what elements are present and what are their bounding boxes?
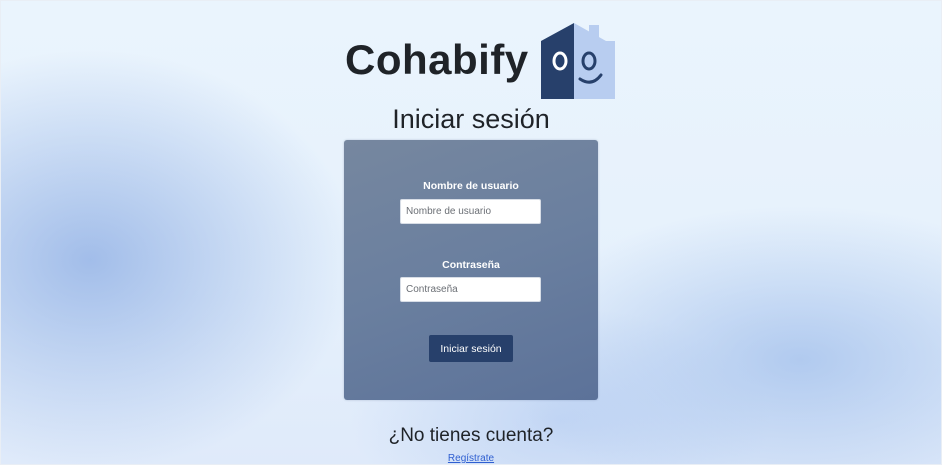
username-input[interactable] — [400, 199, 541, 224]
register-link[interactable]: Regístrate — [448, 453, 494, 464]
login-button[interactable]: Iniciar sesión — [429, 335, 513, 362]
password-input[interactable] — [400, 277, 541, 302]
login-form-card: Nombre de usuario Contraseña Iniciar ses… — [344, 140, 598, 400]
register-link-wrapper: Regístrate — [0, 453, 942, 464]
no-account-prompt: ¿No tienes cuenta? — [388, 425, 554, 446]
smiling-house-icon — [540, 23, 615, 99]
brand-name: Cohabify — [345, 36, 529, 83]
password-label: Contraseña — [442, 259, 500, 271]
brand-logo: Cohabify — [345, 20, 615, 100]
page-title: Iniciar sesión — [392, 104, 550, 134]
username-label: Nombre de usuario — [423, 180, 519, 192]
